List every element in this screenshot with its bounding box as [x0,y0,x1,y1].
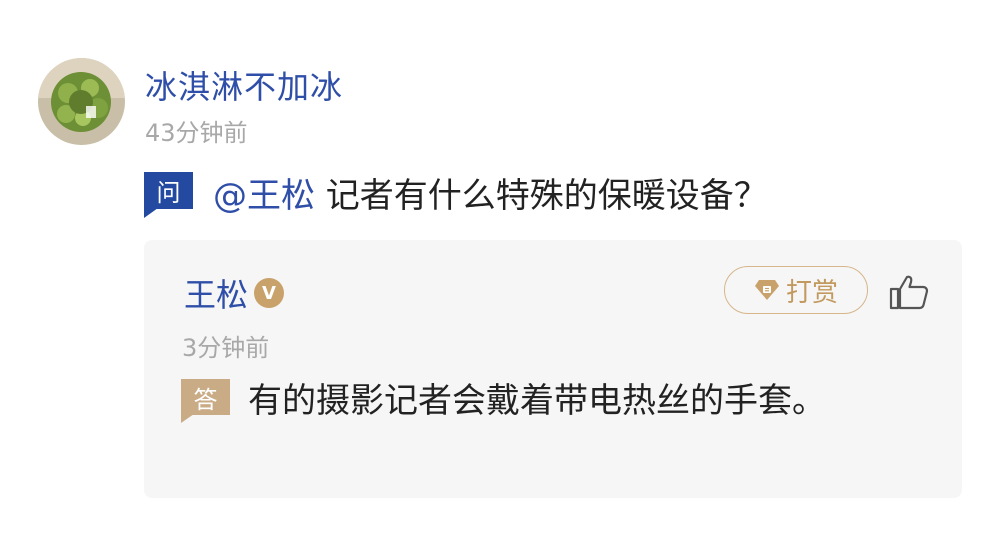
question-badge-label: 问 [144,172,193,209]
tip-label: 打赏 [785,277,838,308]
question-badge: 问 [144,172,193,218]
answerer-name-row: 王松 V [184,270,285,316]
thumbs-up-icon[interactable] [888,274,930,310]
question-timestamp: 43分钟前 [145,119,248,147]
tip-button[interactable]: 打赏 [724,266,868,314]
answer-card: 王松 V 打赏 3分钟前 答 有的摄影记者会戴着带电热丝的手套。 [144,240,962,498]
question-body: 记者有什么特殊的保暖设备？ [315,176,768,216]
answerer-name[interactable]: 王松 [184,270,248,316]
answer-timestamp: 3分钟前 [182,334,270,362]
mention-link[interactable]: @王松 [213,176,315,216]
gem-icon [754,278,780,302]
asker-avatar[interactable] [38,58,125,145]
question-text: @王松 记者有什么特殊的保暖设备？ [213,168,768,217]
asker-name[interactable]: 冰淇淋不加冰 [145,62,343,108]
answer-text: 有的摄影记者会戴着带电热丝的手套。 [248,381,826,421]
verified-badge-icon: V [254,278,285,308]
